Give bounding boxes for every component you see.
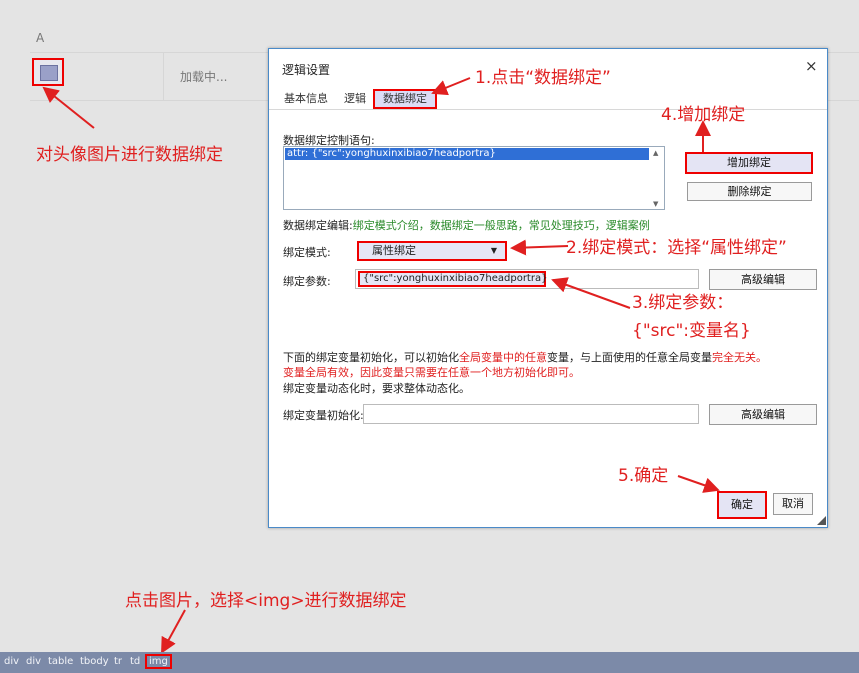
annotation-step3-line1: 3.绑定参数： bbox=[632, 293, 734, 313]
annotation-avatar: 对头像图片进行数据绑定 bbox=[36, 145, 223, 165]
breadcrumb-item-tbody[interactable]: tbody bbox=[80, 656, 109, 667]
annotation-step4: 4.增加绑定 bbox=[661, 105, 746, 125]
breadcrumb-item-img[interactable]: img bbox=[145, 654, 172, 669]
arrow-step1 bbox=[431, 77, 471, 96]
breadcrumb-item-div[interactable]: div bbox=[4, 656, 19, 667]
arrow-avatar bbox=[42, 86, 95, 129]
element-breadcrumb: div div table tbody tr td img bbox=[0, 652, 859, 673]
breadcrumb-item-tr[interactable]: tr bbox=[114, 656, 122, 667]
breadcrumb-item-td[interactable]: td bbox=[130, 656, 140, 667]
annotation-step1: 1.点击“数据绑定” bbox=[475, 68, 611, 88]
annotation-step5: 5.确定 bbox=[618, 466, 669, 486]
annotation-step2: 2.绑定模式：选择“属性绑定” bbox=[566, 238, 787, 258]
annotation-step3-line2: {"src":变量名} bbox=[632, 321, 751, 341]
arrow-step3 bbox=[551, 277, 631, 309]
annotation-bottom: 点击图片，选择<img>进行数据绑定 bbox=[125, 591, 407, 611]
arrow-step2 bbox=[510, 239, 569, 256]
breadcrumb-item-div-2[interactable]: div bbox=[26, 656, 41, 667]
arrow-step5 bbox=[677, 475, 720, 493]
arrow-bottom bbox=[161, 609, 186, 654]
breadcrumb-item-table[interactable]: table bbox=[48, 656, 73, 667]
